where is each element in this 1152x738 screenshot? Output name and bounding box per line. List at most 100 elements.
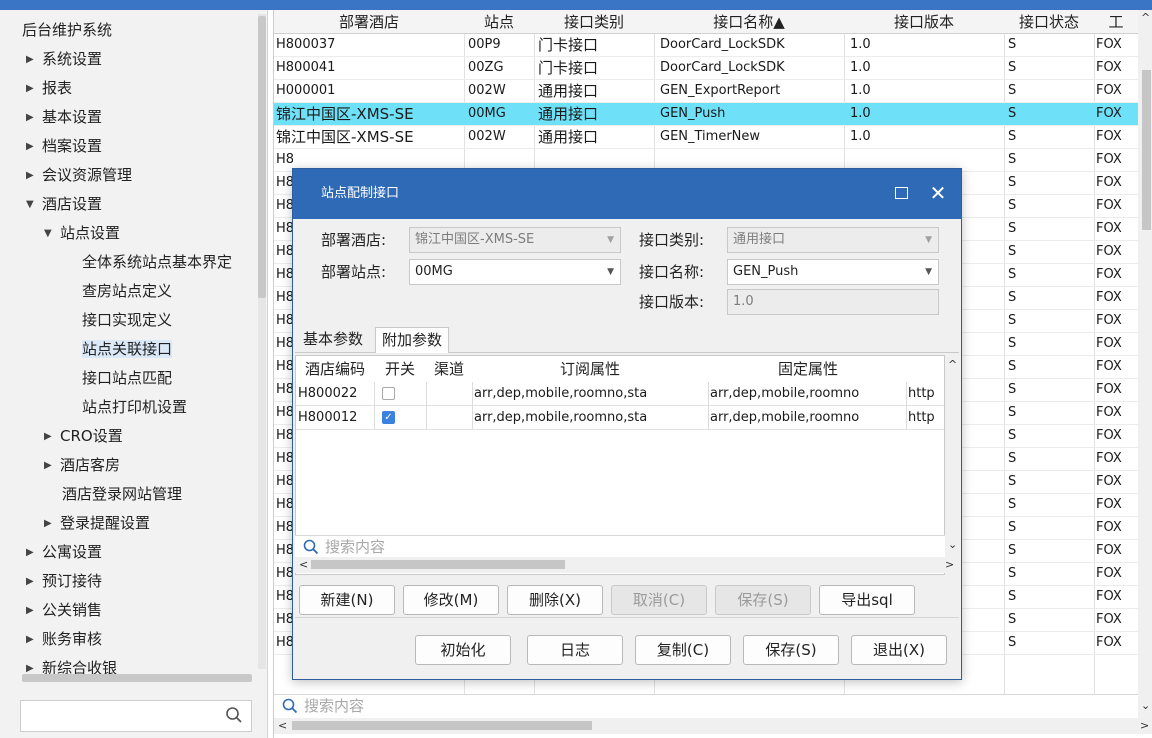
grid-row[interactable]: H800022 arr,dep,mobile,roomno,sta arr,de…: [296, 382, 944, 406]
col-header-hotel[interactable]: 部署酒店: [274, 10, 464, 34]
tree-item-archive[interactable]: ▶ 档案设置: [26, 132, 102, 161]
tab-extra-params[interactable]: 附加参数: [375, 327, 450, 353]
cell-site: 00MG: [468, 106, 506, 121]
hotel-select[interactable]: 锦江中国区-XMS-SE ▼: [409, 227, 621, 253]
maximize-icon[interactable]: [895, 187, 908, 199]
grid-header-sub[interactable]: 订阅属性: [472, 356, 708, 382]
tree-item-meeting[interactable]: ▶ 会议资源管理: [26, 161, 132, 190]
tree-item-checkroom[interactable]: 查房站点定义: [82, 277, 172, 306]
close-icon[interactable]: ✕: [927, 180, 949, 206]
tree-item-sales[interactable]: ▶ 公关销售: [26, 596, 102, 625]
col-header-status[interactable]: 接口状态: [1004, 10, 1094, 34]
grid-horizontal-scrollbar[interactable]: < >: [295, 557, 959, 573]
tree-item-site-interface[interactable]: 站点关联接口: [82, 335, 173, 364]
tree-item-login-remind[interactable]: ▶ 登录提醒设置: [44, 509, 150, 538]
table-row-selected[interactable]: 锦江中国区-XMS-SE 00MG 通用接口 GEN_Push 1.0 S FO…: [274, 103, 1138, 126]
tree-item-interface-def[interactable]: 接口实现定义: [82, 306, 172, 335]
exit-button[interactable]: 退出(X): [851, 635, 947, 665]
init-button[interactable]: 初始化: [415, 635, 511, 665]
name-select[interactable]: GEN_Push ▼: [727, 259, 939, 285]
scroll-up-icon[interactable]: ^: [948, 359, 957, 371]
site-select[interactable]: 00MG ▼: [409, 259, 621, 285]
cell-name: GEN_ExportReport: [660, 83, 781, 98]
grid-search-input[interactable]: 搜索内容: [295, 535, 945, 557]
scrollbar-thumb[interactable]: [258, 16, 266, 298]
tab-basic-params[interactable]: 基本参数: [297, 327, 369, 353]
grid-vertical-scrollbar[interactable]: ^ ⌄: [945, 355, 959, 555]
cell-category: 通用接口: [538, 128, 599, 146]
grid-header-channel[interactable]: 渠道: [426, 356, 472, 382]
scroll-right-icon[interactable]: >: [945, 559, 954, 571]
tree-item-printer[interactable]: 站点打印机设置: [82, 393, 187, 422]
cell-extra: FOX: [1096, 290, 1122, 305]
cell-extra: FOX: [1096, 382, 1122, 397]
col-header-version[interactable]: 接口版本: [844, 10, 1004, 34]
tree-item-hotel[interactable]: ▼ 酒店设置: [26, 190, 102, 219]
version-field[interactable]: 1.0: [727, 289, 939, 315]
table-row[interactable]: H000001 002W 通用接口 GEN_ExportReport 1.0 S…: [274, 80, 1138, 103]
cancel-button[interactable]: 取消(C): [611, 585, 707, 615]
export-sql-button[interactable]: 导出sql: [819, 585, 915, 615]
new-button[interactable]: 新建(N): [299, 585, 395, 615]
search-icon[interactable]: [225, 706, 243, 724]
scroll-down-icon[interactable]: ⌄: [1141, 700, 1150, 712]
tree-item-report[interactable]: ▶ 报表: [26, 74, 72, 103]
scroll-right-icon[interactable]: >: [1140, 720, 1149, 732]
table-row[interactable]: 锦江中国区-XMS-SE 002W 通用接口 GEN_TimerNew 1.0 …: [274, 126, 1138, 149]
sidebar-search-input[interactable]: [20, 700, 252, 732]
scroll-up-icon[interactable]: ^: [1141, 12, 1150, 24]
tree-item-cro[interactable]: ▶ CRO设置: [44, 422, 123, 451]
tree-item-apartment[interactable]: ▶ 公寓设置: [26, 538, 102, 567]
grid-row[interactable]: H800012 ✓ arr,dep,mobile,roomno,sta arr,…: [296, 406, 944, 430]
row-save-button[interactable]: 保存(S): [715, 585, 811, 615]
log-button[interactable]: 日志: [527, 635, 623, 665]
table-row[interactable]: H800037 00P9 门卡接口 DoorCard_LockSDK 1.0 S…: [274, 34, 1138, 57]
scrollbar-thumb[interactable]: [292, 721, 592, 730]
tree-item-cashier[interactable]: ▶ 新综合收银: [26, 654, 117, 676]
scrollbar-thumb[interactable]: [1142, 70, 1151, 230]
col-header-category[interactable]: 接口类别: [534, 10, 654, 34]
save-button[interactable]: 保存(S): [743, 635, 839, 665]
switch-checkbox[interactable]: [382, 387, 395, 400]
grid-header-code[interactable]: 酒店编码: [296, 356, 374, 382]
scroll-down-icon[interactable]: ⌄: [948, 539, 957, 551]
table-search-input[interactable]: 搜索内容: [274, 694, 1138, 716]
grid-header-switch[interactable]: 开关: [374, 356, 426, 382]
table-vertical-scrollbar[interactable]: ^ ⌄: [1138, 10, 1152, 718]
col-header-truncated[interactable]: 工: [1094, 10, 1138, 34]
scroll-left-icon[interactable]: <: [278, 720, 287, 732]
cell-status: S: [1008, 520, 1017, 535]
tree-root[interactable]: 后台维护系统: [22, 16, 112, 45]
delete-button[interactable]: 删除(X): [507, 585, 603, 615]
grid-cell-code: H800012: [298, 410, 358, 425]
col-header-name[interactable]: 接口名称▲: [654, 10, 844, 34]
tree-item-site-basic[interactable]: 全体系统站点基本界定: [82, 248, 232, 277]
tree-item-login-site[interactable]: 酒店登录网站管理: [62, 480, 182, 509]
tree-item-interface-match[interactable]: 接口站点匹配: [82, 364, 172, 393]
button-separator: [295, 617, 959, 618]
tree-item-rooms[interactable]: ▶ 酒店客房: [44, 451, 120, 480]
cell-extra: FOX: [1096, 635, 1122, 650]
scrollbar-thumb[interactable]: [311, 560, 565, 569]
col-header-site[interactable]: 站点: [464, 10, 534, 34]
tree-item-site[interactable]: ▼ 站点设置: [44, 219, 120, 248]
site-select-value: 00MG: [415, 264, 453, 279]
tree-item-system[interactable]: ▶ 系统设置: [26, 45, 102, 74]
tree-item-reservation[interactable]: ▶ 预订接待: [26, 567, 102, 596]
table-horizontal-scrollbar[interactable]: < >: [274, 718, 1152, 734]
switch-checkbox-checked[interactable]: ✓: [382, 411, 395, 424]
edit-button[interactable]: 修改(M): [403, 585, 499, 615]
cell-name: GEN_TimerNew: [660, 129, 761, 144]
tree-item-label: 酒店客房: [60, 456, 121, 474]
sidebar-horizontal-scrollbar[interactable]: [22, 674, 252, 682]
tree-item-audit[interactable]: ▶ 账务审核: [26, 625, 102, 654]
scroll-left-icon[interactable]: <: [299, 559, 308, 571]
category-select[interactable]: 通用接口 ▼: [727, 227, 939, 253]
grid-header-fixed[interactable]: 固定属性: [708, 356, 908, 382]
table-row[interactable]: H800041 00ZG 门卡接口 DoorCard_LockSDK 1.0 S…: [274, 57, 1138, 80]
cell-extra: FOX: [1096, 497, 1122, 512]
copy-button[interactable]: 复制(C): [635, 635, 731, 665]
sidebar-vertical-scrollbar[interactable]: [258, 14, 266, 669]
tree-item-basic[interactable]: ▶ 基本设置: [26, 103, 102, 132]
dialog-titlebar[interactable]: 站点配制接口 ✕: [293, 169, 961, 219]
